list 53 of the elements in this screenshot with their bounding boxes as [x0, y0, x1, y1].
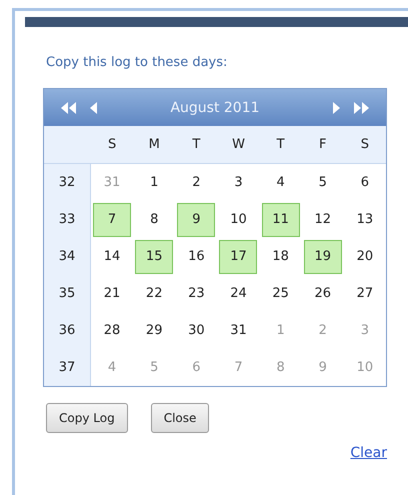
prompt-label: Copy this log to these days:	[46, 55, 228, 70]
weekday-label: T	[192, 137, 200, 152]
day-cell[interactable]: 3	[219, 166, 258, 200]
day-cell[interactable]: 9	[177, 202, 216, 236]
day-cell[interactable]: 1	[135, 166, 174, 200]
day-cell[interactable]: 14	[93, 240, 132, 274]
day-cell[interactable]: 6	[346, 166, 384, 200]
next-month-icon[interactable]	[332, 102, 340, 114]
day-cell[interactable]: 25	[262, 276, 300, 310]
weekday-label: W	[232, 137, 245, 152]
clear-link[interactable]: Clear	[350, 445, 387, 461]
day-cell[interactable]: 17	[219, 240, 258, 274]
day-cell[interactable]: 15	[135, 240, 174, 274]
day-cell[interactable]: 4	[262, 166, 300, 200]
day-cell[interactable]: 24	[219, 276, 258, 310]
day-cell[interactable]: 12	[304, 202, 342, 236]
day-cell[interactable]: 7	[93, 202, 132, 236]
day-cell[interactable]: 8	[135, 202, 174, 236]
day-cell[interactable]: 23	[177, 276, 216, 310]
weekday-label: F	[319, 137, 327, 152]
day-cell[interactable]: 18	[262, 240, 300, 274]
day-cell[interactable]: 13	[346, 202, 384, 236]
day-cell[interactable]: 10	[219, 202, 258, 236]
week-number: 32	[44, 164, 91, 201]
day-cell[interactable]: 20	[346, 240, 384, 274]
day-cell[interactable]: 5	[304, 166, 342, 200]
week-number: 36	[44, 312, 91, 349]
weekday-label: T	[276, 137, 285, 152]
day-cell[interactable]: 22	[135, 276, 174, 310]
copy-log-button[interactable]: Copy Log	[46, 403, 128, 433]
day-cell[interactable]: 26	[304, 276, 342, 310]
day-cell[interactable]: 29	[135, 314, 174, 348]
day-cell[interactable]: 31	[219, 314, 258, 348]
weekday-label: S	[360, 137, 370, 152]
day-cell[interactable]: 27	[346, 276, 384, 310]
day-cell[interactable]: 28	[93, 314, 132, 348]
week-number: 34	[44, 238, 91, 275]
weekday-label: S	[108, 137, 116, 152]
close-button[interactable]: Close	[150, 403, 210, 433]
weekday-label: M	[148, 137, 160, 152]
previous-year-icon[interactable]	[60, 102, 78, 114]
week-number: 37	[44, 349, 91, 386]
day-cell[interactable]: 2	[177, 166, 216, 200]
day-cell[interactable]: 21	[93, 276, 132, 310]
day-cell[interactable]: 11	[262, 202, 300, 236]
month-title: August 2011	[169, 100, 261, 116]
day-cell[interactable]: 16	[177, 240, 216, 274]
previous-month-icon[interactable]	[90, 102, 98, 114]
day-cell[interactable]: 30	[177, 314, 216, 348]
week-number: 35	[44, 275, 91, 312]
day-cell[interactable]: 19	[304, 240, 342, 274]
week-number: 33	[44, 201, 91, 238]
next-year-icon[interactable]	[352, 102, 370, 114]
